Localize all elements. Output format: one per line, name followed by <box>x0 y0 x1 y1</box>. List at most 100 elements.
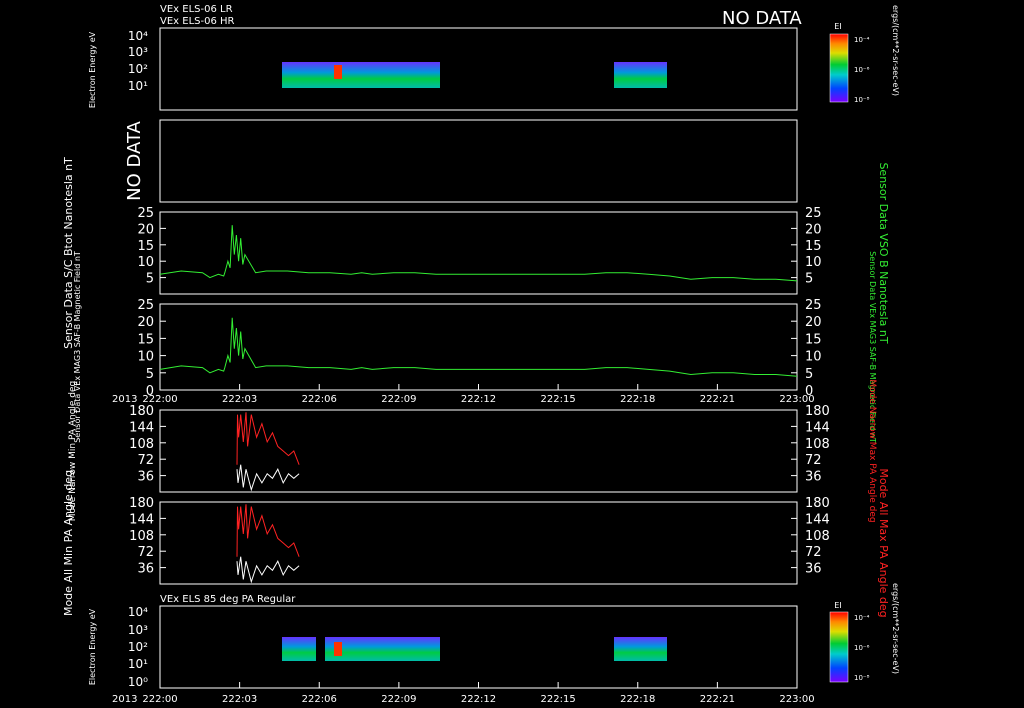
xtick-label: 222:18 <box>620 394 655 405</box>
header-line-2: VEx ELS-06 HR <box>160 16 235 27</box>
spectrogram-block <box>614 637 667 661</box>
xtick-label: 222:00 <box>142 694 177 705</box>
ytick-label: 25 <box>137 206 154 221</box>
ytick-label: 20 <box>137 222 154 237</box>
ytick-label-right: 5 <box>805 272 813 287</box>
ytick-label-right: 72 <box>805 545 822 560</box>
xtick-label: 222:21 <box>700 394 735 405</box>
ytick-label-right: 10 <box>805 255 822 270</box>
ytick-label-right: 72 <box>805 453 822 468</box>
spectrogram-hotspot <box>334 65 342 79</box>
narrow-min-pa-line <box>236 464 300 492</box>
ytick-label: 144 <box>129 512 154 527</box>
colorbar-label: EI <box>834 22 841 31</box>
ytick-label: 72 <box>137 453 154 468</box>
xtick-label: 222:06 <box>302 394 337 405</box>
xtick-label: 222:12 <box>461 394 496 405</box>
xtick-label: 222:06 <box>302 694 337 705</box>
colorbar-tick: 10⁻⁸ <box>854 96 870 104</box>
p6-ylabel-right: Mode All Max PA Angle deg <box>877 468 890 617</box>
btot-series-line <box>159 225 798 282</box>
xtick-label: 222:15 <box>541 694 576 705</box>
ytick-label: 108 <box>129 437 154 452</box>
panel-els-lr-hr: 10⁴ 10³ 10² 10¹ Electron Energy eV <box>88 27 798 111</box>
panel-no-data: NO DATA <box>124 119 798 203</box>
xtick-label: 222:09 <box>381 394 416 405</box>
xtick-label: 222:15 <box>541 394 576 405</box>
p7-ytick: 10¹ <box>128 657 148 671</box>
all-max-pa-line <box>236 504 300 557</box>
ytick-label: 15 <box>137 332 154 347</box>
ytick-label-right: 10 <box>805 350 822 365</box>
panel-mag-field: 0 05 510 1015 1520 2025 25 Sensor Data VEx MAG… <box>73 251 877 443</box>
ytick-label-right: 144 <box>805 420 830 435</box>
panel-sc-btot: 5 510 1015 1520 2025 25 Sensor Data S/C Btot … <box>62 157 890 349</box>
ytick-label: 180 <box>129 404 154 419</box>
xtick-label: 222:03 <box>222 694 257 705</box>
colorbar-tick: 10⁻⁸ <box>854 674 870 682</box>
colorbar-top: EI 10⁻⁴ 10⁻⁶ 10⁻⁸ ergs/(cm**2-sr-sec-eV) <box>829 5 900 104</box>
colorbar-tick: 10⁻⁶ <box>854 66 870 74</box>
colorbar-tick: 10⁻⁶ <box>854 644 870 652</box>
narrow-max-pa-line <box>236 412 300 465</box>
p7-title: VEx ELS 85 deg PA Regular <box>160 594 296 605</box>
xtick-label: 222:18 <box>620 694 655 705</box>
spectrogram-block <box>282 637 316 661</box>
xtick-label: 222:12 <box>461 694 496 705</box>
ytick-label-right: 144 <box>805 512 830 527</box>
p7-ytick: 10⁴ <box>128 605 148 619</box>
ytick-label-right: 25 <box>805 206 822 221</box>
ytick-label-right: 36 <box>805 470 822 485</box>
ytick-label-right: 108 <box>805 529 830 544</box>
ytick-label-right: 5 <box>805 367 813 382</box>
ytick-label: 36 <box>137 470 154 485</box>
p6-ylabel: Mode All Min PA Angle deg <box>62 470 75 616</box>
ytick-label: 180 <box>129 496 154 511</box>
p7-ytick: 10⁰ <box>128 675 148 689</box>
spectrogram-block <box>282 62 440 88</box>
ytick-label-right: 15 <box>805 332 822 347</box>
ytick-label-right: 108 <box>805 437 830 452</box>
p1-ytick: 10¹ <box>128 79 148 93</box>
header-no-data: NO DATA <box>722 8 802 29</box>
ytick-label: 72 <box>137 545 154 560</box>
ytick-label: 5 <box>146 367 154 382</box>
ytick-label: 10 <box>137 350 154 365</box>
colorbar-label: EI <box>834 601 841 610</box>
ytick-label-right: 25 <box>805 298 822 313</box>
ytick-label: 10 <box>137 255 154 270</box>
colorbar-tick: 10⁻⁴ <box>854 36 870 44</box>
colorbar-unit: ergs/(cm**2-sr-sec-eV) <box>891 583 900 674</box>
p5-ylabel-right: Mode Narrow Max PA Angle deg <box>867 379 877 522</box>
ytick-label-right: 180 <box>805 496 830 511</box>
xtick-label: 223:00 <box>779 694 814 705</box>
spectrogram-block <box>325 637 440 661</box>
ytick-label-right: 180 <box>805 404 830 419</box>
ytick-label: 25 <box>137 298 154 313</box>
ytick-label-right: 36 <box>805 562 822 577</box>
spectrogram-block <box>614 62 667 88</box>
year-label-bottom: 2013 <box>112 694 137 705</box>
p1-ytick: 10² <box>128 62 148 76</box>
ytick-label-right: 15 <box>805 239 822 254</box>
ytick-label: 144 <box>129 420 154 435</box>
all-min-pa-line <box>236 556 300 584</box>
p1-ytick: 10⁴ <box>128 29 148 43</box>
p7-ylabel: Electron Energy eV <box>88 608 97 685</box>
colorbar-tick: 10⁻⁴ <box>854 614 870 622</box>
p1-ytick: 10³ <box>128 45 148 59</box>
spectrogram-hotspot <box>334 642 342 656</box>
ytick-label-right: 20 <box>805 315 822 330</box>
p1-ylabel: Electron Energy eV <box>88 31 97 108</box>
xtick-label: 222:03 <box>222 394 257 405</box>
ytick-label-right: 20 <box>805 222 822 237</box>
ytick-label: 20 <box>137 315 154 330</box>
no-data-label: NO DATA <box>124 120 145 200</box>
p7-ytick: 10³ <box>128 623 148 637</box>
mag-series-line <box>159 317 798 377</box>
panel-els-85deg: VEx ELS 85 deg PA Regular 10⁴ 10³ 10² 10… <box>88 594 815 705</box>
ytick-label: 108 <box>129 529 154 544</box>
ytick-label: 5 <box>146 272 154 287</box>
p7-ytick: 10² <box>128 640 148 654</box>
p3-ylabel-right: Sensor Data VSO B Nanotesla nT <box>877 162 890 343</box>
